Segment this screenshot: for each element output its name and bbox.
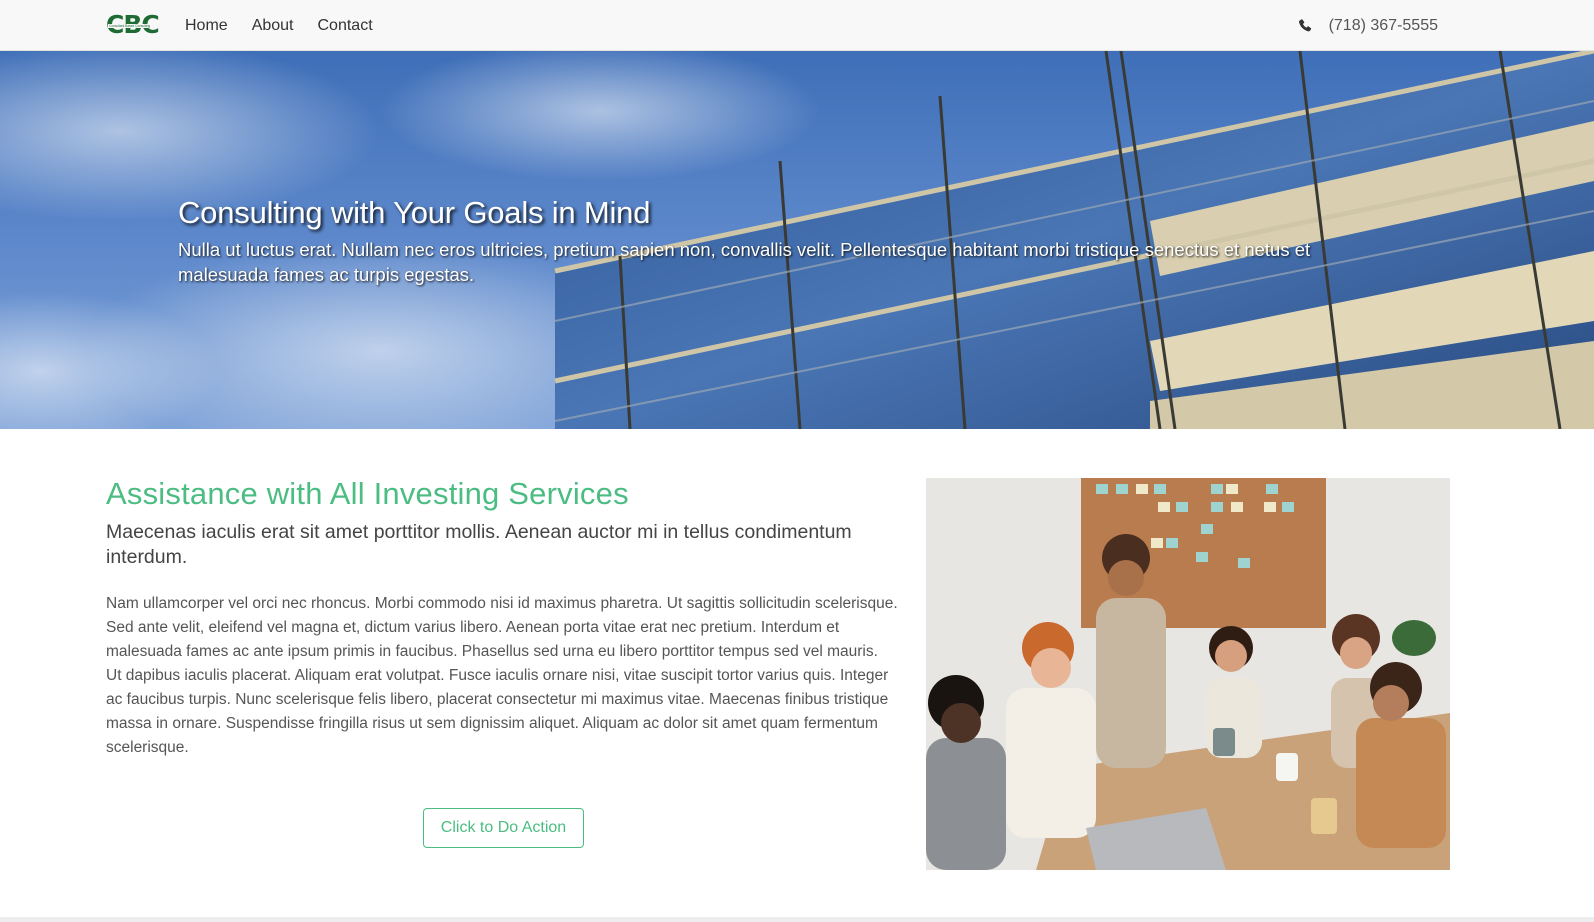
hero-title: Consulting with Your Goals in Mind [178,195,651,230]
body-paragraph: Nam ullamcorper vel orci nec rhoncus. Mo… [106,595,898,660]
phone-number: (718) 367-5555 [1328,16,1438,34]
footer-divider [0,917,1594,922]
team-meeting-image [926,478,1450,870]
logo-tagline: Consultant Based Consulting [108,24,152,28]
body-paragraph: Ut dapibus iaculis placerat. Aliquam era… [106,667,889,756]
phone-icon [1298,18,1311,31]
nav-link-contact[interactable]: Contact [318,17,373,35]
brand-logo[interactable]: CBC Consultant Based Consulting [106,10,162,40]
section-lead: Maecenas iaculis erat sit amet porttitor… [106,521,852,568]
nav-links: Home About Contact [185,0,373,51]
nav-link-home[interactable]: Home [185,17,228,35]
cta-button[interactable]: Click to Do Action [423,808,584,848]
section-title: Assistance with All Investing Services [106,476,629,511]
body-text: Nam ullamcorper vel orci nec rhoncus. Mo… [106,592,906,760]
top-navbar: CBC Consultant Based Consulting Home Abo… [0,0,1594,51]
nav-link-about[interactable]: About [252,17,294,35]
hero-subtitle: Nulla ut luctus erat. Nullam nec eros ul… [178,239,1311,285]
phone-contact[interactable]: (718) 367-5555 [1297,0,1438,51]
hero-banner: Consulting with Your Goals in Mind Nulla… [0,51,1594,429]
team-meeting-photo [926,478,1450,870]
